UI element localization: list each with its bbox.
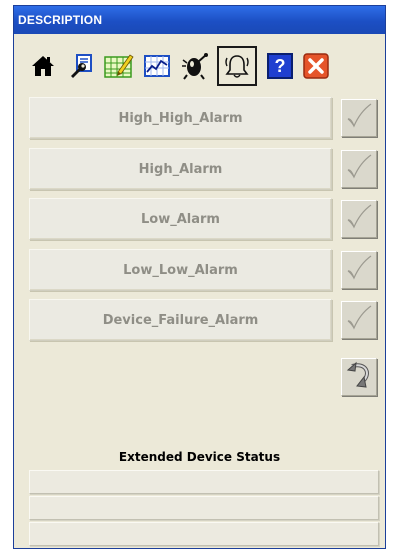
refresh-arrow-icon	[344, 360, 374, 394]
diagnostics-button[interactable]	[178, 48, 212, 84]
configure-button[interactable]	[64, 48, 98, 84]
alarms-button[interactable]	[217, 46, 257, 86]
home-button[interactable]	[26, 48, 60, 84]
acknowledge-button[interactable]	[341, 301, 377, 339]
home-icon	[31, 54, 55, 78]
extended-status-field	[29, 470, 379, 494]
bell-icon	[223, 52, 251, 80]
refresh-button[interactable]	[341, 358, 377, 396]
extended-status-field	[29, 522, 379, 546]
trend-chart-icon	[144, 54, 170, 78]
checkmark-icon	[345, 254, 373, 286]
acknowledge-button[interactable]	[341, 251, 377, 289]
alarm-row: Device_Failure_Alarm	[29, 299, 379, 341]
window-title: DESCRIPTION	[14, 6, 385, 34]
close-button[interactable]	[300, 48, 332, 84]
close-icon	[303, 53, 329, 79]
alarm-row: High_Alarm	[29, 148, 379, 190]
alarm-row: High_High_Alarm	[29, 97, 379, 139]
alarm-row: Low_Low_Alarm	[29, 249, 379, 291]
checkmark-icon	[345, 304, 373, 336]
extended-status-field	[29, 496, 379, 520]
grid-pencil-icon	[104, 52, 134, 80]
trend-button[interactable]	[140, 48, 174, 84]
extended-status-title: Extended Device Status	[118, 450, 281, 464]
calibrate-button[interactable]	[102, 48, 136, 84]
alarm-label: Low_Alarm	[29, 198, 332, 240]
description-window: DESCRIPTION ? High_High_Alarm High_Alarm…	[13, 5, 386, 549]
acknowledge-button[interactable]	[341, 99, 377, 137]
alarm-label: High_Alarm	[29, 148, 332, 190]
diagnostic-icon	[181, 52, 209, 80]
wrench-icon	[68, 53, 94, 79]
alarm-label: Low_Low_Alarm	[29, 249, 332, 291]
help-icon: ?	[267, 53, 293, 79]
checkmark-icon	[345, 203, 373, 235]
checkmark-icon	[345, 153, 373, 185]
acknowledge-button[interactable]	[341, 150, 377, 188]
help-button[interactable]: ?	[264, 48, 296, 84]
alarm-label: High_High_Alarm	[29, 97, 332, 139]
alarm-label: Device_Failure_Alarm	[29, 299, 332, 341]
alarm-row: Low_Alarm	[29, 198, 379, 240]
acknowledge-button[interactable]	[341, 200, 377, 238]
checkmark-icon	[345, 102, 373, 134]
